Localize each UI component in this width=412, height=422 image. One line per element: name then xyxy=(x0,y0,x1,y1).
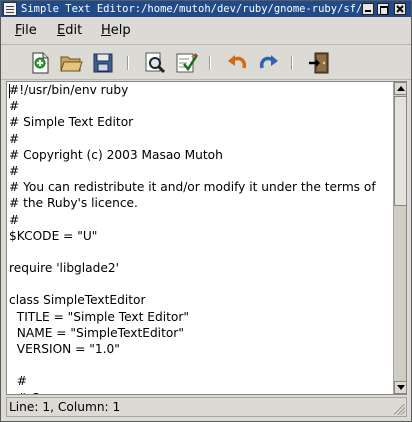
close-button[interactable] xyxy=(394,3,406,15)
text-line: # xyxy=(9,212,20,227)
quit-button[interactable] xyxy=(307,51,331,75)
spellcheck-button[interactable] xyxy=(175,51,199,75)
redo-button[interactable] xyxy=(257,51,281,75)
text-line xyxy=(9,276,393,292)
status-text: Line: 1, Column: 1 xyxy=(9,400,121,414)
resize-grip-icon[interactable] xyxy=(394,404,405,415)
spellcheck-icon xyxy=(176,53,199,73)
text-line: TITLE = "Simple Text Editor" xyxy=(9,309,189,324)
find-button[interactable] xyxy=(143,51,167,75)
text-view[interactable]: #!/usr/bin/env ruby # # Simple Text Editor… xyxy=(7,82,393,394)
menu-bar: File Edit Help xyxy=(1,17,411,45)
text-line: # the Ruby's licence. xyxy=(9,196,138,211)
toolbar-separator xyxy=(291,56,293,70)
menu-help[interactable]: Help xyxy=(101,23,131,39)
text-cursor xyxy=(9,84,10,98)
toolbar xyxy=(1,46,411,80)
vertical-scrollbar[interactable] xyxy=(393,82,407,394)
text-line: # xyxy=(9,99,20,114)
menu-edit-label: dit xyxy=(65,23,83,38)
scroll-down-button[interactable] xyxy=(394,381,407,394)
editor-window: Simple Text Editor:/home/mutoh/dev/ruby/… xyxy=(0,0,412,422)
new-button[interactable] xyxy=(28,51,52,75)
menu-help-mnemonic: H xyxy=(101,23,111,38)
text-line xyxy=(9,357,393,373)
scroll-up-button[interactable] xyxy=(394,82,407,95)
text-line: VERSION = "1.0" xyxy=(9,342,120,356)
text-line: # Common xyxy=(9,390,393,394)
text-line: # xyxy=(9,131,20,146)
open-button[interactable] xyxy=(59,51,83,75)
text-editor[interactable]: #!/usr/bin/env ruby # # Simple Text Editor… xyxy=(6,81,407,395)
save-button[interactable] xyxy=(91,51,115,75)
app-icon[interactable] xyxy=(3,2,17,16)
text-line: require 'libglade2' xyxy=(9,261,119,276)
redo-icon xyxy=(259,55,278,69)
menu-file[interactable]: File xyxy=(15,23,37,39)
minimize-button[interactable] xyxy=(362,3,374,15)
menu-edit-mnemonic: E xyxy=(57,23,66,38)
quit-icon xyxy=(309,52,329,74)
text-line: # xyxy=(9,163,20,178)
title-bar[interactable]: Simple Text Editor:/home/mutoh/dev/ruby/… xyxy=(1,1,411,17)
text-line: # Copyright (c) 2003 Masao Mutoh xyxy=(9,147,223,162)
text-line xyxy=(9,244,393,260)
toolbar-separator xyxy=(127,56,129,70)
text-line: # You can redistribute it and/or modify … xyxy=(9,180,376,195)
menu-help-label: elp xyxy=(110,23,131,38)
menu-edit[interactable]: Edit xyxy=(57,23,82,39)
status-bar: Line: 1, Column: 1 xyxy=(6,397,407,417)
close-icon xyxy=(396,5,404,13)
text-line: # Simple Text Editor xyxy=(9,115,134,130)
window-title: Simple Text Editor:/home/mutoh/dev/ruby/… xyxy=(21,3,361,15)
find-icon xyxy=(145,52,166,74)
text-line: $KCODE = "U" xyxy=(9,228,98,243)
menu-file-label: ile xyxy=(21,23,37,38)
toolbar-separator xyxy=(209,56,211,70)
maximize-button[interactable] xyxy=(377,3,389,15)
open-icon xyxy=(60,56,83,72)
undo-icon xyxy=(228,55,247,69)
new-icon xyxy=(32,52,49,74)
scroll-thumb[interactable] xyxy=(394,96,407,206)
text-line: # xyxy=(9,374,27,389)
undo-button[interactable] xyxy=(225,51,249,75)
text-line: #!/usr/bin/env ruby xyxy=(9,83,129,97)
save-icon xyxy=(93,53,113,73)
text-line: NAME = "SimpleTextEditor" xyxy=(9,325,184,340)
text-line: class SimpleTextEditor xyxy=(9,293,146,308)
